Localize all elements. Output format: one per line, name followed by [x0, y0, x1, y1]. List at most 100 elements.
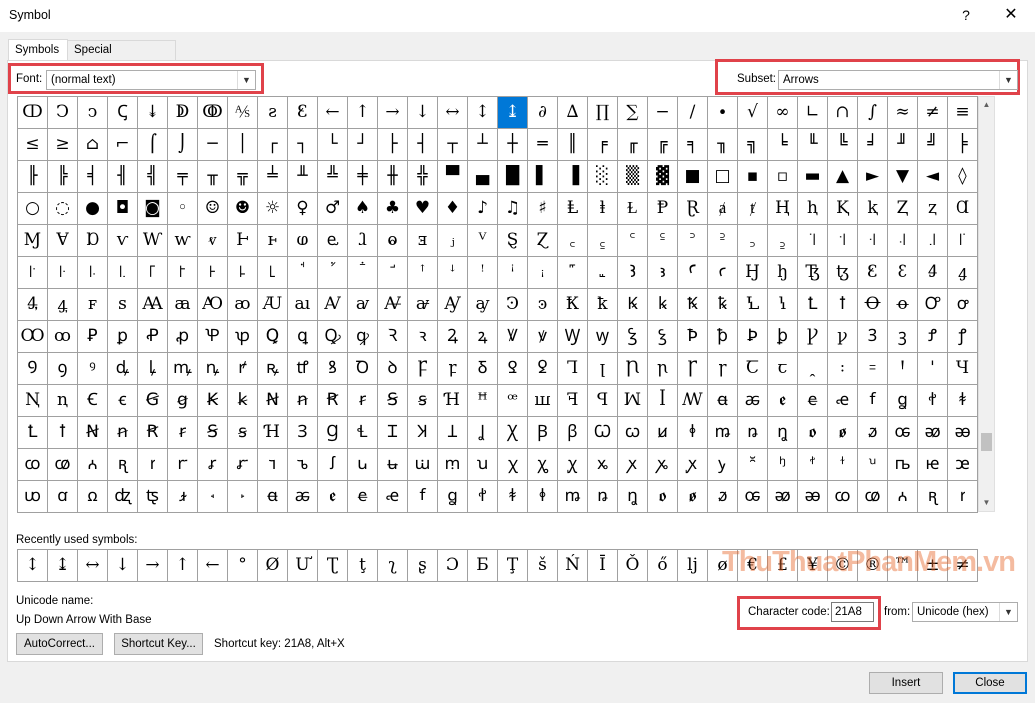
symbol-cell[interactable]: ╕	[678, 129, 708, 161]
symbol-cell[interactable]: ♀	[288, 193, 318, 225]
symbol-cell[interactable]: ꭡ	[918, 449, 948, 481]
symbol-cell[interactable]: ↔	[438, 97, 468, 129]
symbol-cell[interactable]: ꬼ	[768, 417, 798, 449]
recent-symbol-cell[interactable]: ʅ	[378, 550, 408, 582]
symbol-cell[interactable]: ꬸ	[498, 481, 528, 513]
symbol-cell[interactable]: ■	[678, 161, 708, 193]
tab-special-characters[interactable]: Special Characters	[67, 40, 176, 75]
symbol-cell[interactable]: ꜩ	[828, 257, 858, 289]
recent-symbol-cell[interactable]: ↕	[18, 550, 48, 582]
symbol-cell[interactable]: Ꝼ	[408, 353, 438, 385]
symbol-cell[interactable]: ꞣ	[228, 385, 258, 417]
symbol-cell[interactable]: ꝸ	[318, 353, 348, 385]
scrollbar-thumb[interactable]	[981, 433, 992, 451]
symbol-cell[interactable]: ꜔	[198, 257, 228, 289]
symbol-cell[interactable]: ꝧ	[768, 321, 798, 353]
symbol-cell[interactable]: Ɦ	[438, 385, 468, 417]
symbol-cell[interactable]: ꬲ	[318, 481, 348, 513]
symbol-cell[interactable]: ꭦ	[108, 481, 138, 513]
symbol-cell[interactable]: ꜁	[588, 225, 618, 257]
symbol-cell[interactable]: ⱶ	[258, 225, 288, 257]
symbol-cell[interactable]: ∂	[528, 97, 558, 129]
close-icon[interactable]: ✕	[998, 4, 1024, 26]
symbol-cell[interactable]: ⱬ	[918, 193, 948, 225]
symbol-cell[interactable]: Ꜫ	[858, 257, 888, 289]
symbol-cell[interactable]: Ɡ	[318, 417, 348, 449]
symbol-cell[interactable]: ║	[558, 129, 588, 161]
symbol-cell[interactable]: ꜯ	[48, 289, 78, 321]
symbol-cell[interactable]: ꬷ	[918, 385, 948, 417]
symbol-cell[interactable]: ꭢ	[948, 449, 978, 481]
symbol-cell[interactable]: ꜷ	[288, 289, 318, 321]
symbol-cell[interactable]: ┬	[438, 129, 468, 161]
symbol-cell[interactable]: ♥	[408, 193, 438, 225]
symbol-cell[interactable]: ├	[378, 129, 408, 161]
symbol-cell[interactable]: ꜎	[18, 257, 48, 289]
symbol-cell[interactable]: ꜥ	[708, 257, 738, 289]
symbol-cell[interactable]: □	[708, 161, 738, 193]
symbol-cell[interactable]: ꬳ	[348, 481, 378, 513]
recent-symbol-cell[interactable]: Ī	[588, 550, 618, 582]
symbol-cell[interactable]: ꜭ	[948, 257, 978, 289]
symbol-cell[interactable]: ꝫ	[888, 321, 918, 353]
symbol-cell[interactable]: Ɀ	[528, 225, 558, 257]
symbol-cell[interactable]: ꭫	[228, 481, 258, 513]
scroll-down-icon[interactable]: ▼	[979, 495, 994, 511]
symbol-cell[interactable]: Ꜳ	[138, 289, 168, 321]
symbol-cell[interactable]: ꬻ	[588, 481, 618, 513]
symbol-cell[interactable]: ꞈ	[798, 353, 828, 385]
symbol-cell[interactable]: ꬺ	[558, 481, 588, 513]
symbol-cell[interactable]: ◄	[918, 161, 948, 193]
symbol-cell[interactable]: Ꜥ	[678, 257, 708, 289]
symbol-cell[interactable]: Ꞧ	[318, 385, 348, 417]
symbol-cell[interactable]: ꞡ	[168, 385, 198, 417]
symbol-cell[interactable]: ꜇	[768, 225, 798, 257]
symbol-cell[interactable]: ♣	[378, 193, 408, 225]
symbol-cell[interactable]: ꜓	[168, 257, 198, 289]
symbol-cell[interactable]: ꬱ	[288, 481, 318, 513]
symbol-cell[interactable]: ─	[198, 129, 228, 161]
symbol-cell[interactable]: Ⱳ	[138, 225, 168, 257]
symbol-cell[interactable]: Ꞵ	[528, 417, 558, 449]
symbol-cell[interactable]: ⱦ	[738, 193, 768, 225]
symbol-cell[interactable]: ꭁ	[918, 417, 948, 449]
symbol-cell[interactable]: ꝶ	[258, 353, 288, 385]
symbol-cell[interactable]: Ⱨ	[768, 193, 798, 225]
symbol-cell[interactable]: Ꞷ	[588, 417, 618, 449]
symbol-cell[interactable]: ꭟ	[858, 449, 888, 481]
symbol-cell[interactable]: ╟	[18, 161, 48, 193]
recent-symbol-cell[interactable]: ←	[198, 550, 228, 582]
symbol-cell[interactable]: ꭄ	[858, 481, 888, 513]
symbol-cell[interactable]: ꬹ	[678, 417, 708, 449]
symbol-cell[interactable]: ┤	[408, 129, 438, 161]
symbol-cell[interactable]: ꬻ	[738, 417, 768, 449]
symbol-cell[interactable]: Ꝑ	[78, 321, 108, 353]
symbol-cell[interactable]: ═	[528, 129, 558, 161]
symbol-cell[interactable]: Ʇ	[438, 417, 468, 449]
recent-symbol-cell[interactable]: ţ	[348, 550, 378, 582]
recent-symbol-cell[interactable]: ↑	[168, 550, 198, 582]
symbol-cell[interactable]: Ɫ	[618, 193, 648, 225]
symbol-cell[interactable]: ꝙ	[348, 321, 378, 353]
symbol-cell[interactable]: ꞧ	[348, 385, 378, 417]
symbol-cell[interactable]: ꜜ	[438, 257, 468, 289]
symbol-cell[interactable]: ░	[588, 161, 618, 193]
symbol-cell[interactable]: ꝇ	[768, 289, 798, 321]
insert-button[interactable]: Insert	[869, 672, 943, 694]
symbol-cell[interactable]: ꝩ	[828, 321, 858, 353]
symbol-cell[interactable]: Ꝿ	[498, 353, 528, 385]
symbol-cell[interactable]: ⱽ	[468, 225, 498, 257]
symbol-cell[interactable]: ⱸ	[318, 225, 348, 257]
symbol-cell[interactable]: ꞅ	[708, 353, 738, 385]
symbol-cell[interactable]: ꝵ	[228, 353, 258, 385]
symbol-cell[interactable]: ꟺ	[528, 385, 558, 417]
symbol-cell[interactable]: ꜿ	[528, 289, 558, 321]
recent-symbol-cell[interactable]: Ư	[288, 550, 318, 582]
symbol-cell[interactable]: ♪	[468, 193, 498, 225]
symbol-cell[interactable]: Ᵹ	[468, 353, 498, 385]
symbol-cell[interactable]: ꭛	[738, 449, 768, 481]
symbol-cell[interactable]: ▒	[618, 161, 648, 193]
symbol-cell[interactable]: ≠	[918, 97, 948, 129]
symbol-cell[interactable]: Ꝩ	[798, 321, 828, 353]
symbol-cell[interactable]: Ꝣ	[618, 321, 648, 353]
